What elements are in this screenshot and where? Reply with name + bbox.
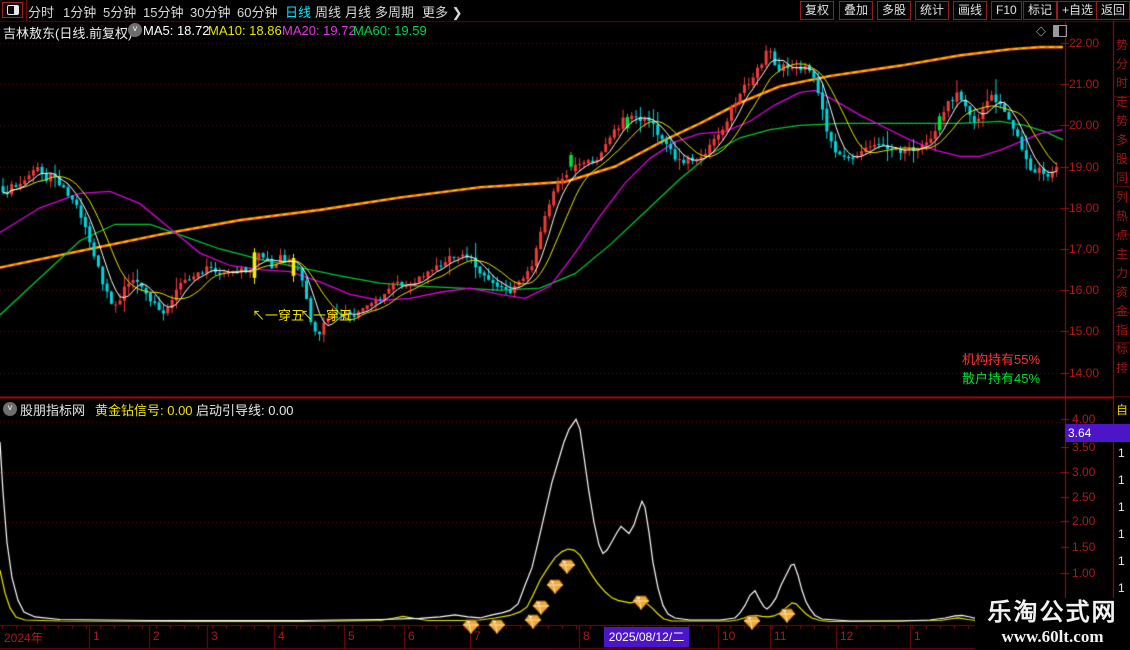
diamond-marker-icon[interactable]: ◇ xyxy=(1036,23,1046,39)
price-label-16.00: 16.00 xyxy=(1069,283,1099,297)
sidebar-tab-char-11[interactable]: 主 xyxy=(1116,245,1128,262)
sidebar-tab-char-7[interactable]: 同 xyxy=(1116,169,1128,186)
ma-value-1: MA10: 18.86 xyxy=(208,23,282,38)
signal-annotation-0: ↖一穿五 xyxy=(252,305,304,324)
sidebar-tab-char-17[interactable]: 排 xyxy=(1116,359,1128,376)
watermark-name: 乐淘公式网 xyxy=(975,598,1130,628)
sidebar-tab-char-16[interactable]: 标 xyxy=(1116,340,1128,357)
watermark: 乐淘公式网 www.60lt.com xyxy=(975,598,1130,650)
period-tab-5分钟[interactable]: 5分钟 xyxy=(103,2,136,21)
time-label-4: 4 xyxy=(278,629,285,643)
price-label-17.00: 17.00 xyxy=(1069,242,1099,256)
sidebar-tab-char-5[interactable]: 多 xyxy=(1116,131,1128,148)
crosshair-value-badge: 3.64 xyxy=(1065,424,1130,442)
indicator-label-3.00: 3.00 xyxy=(1072,465,1095,479)
price-label-21.00: 21.00 xyxy=(1069,77,1099,91)
launch-guide-line-label: 启动引导线: 0.00 xyxy=(196,400,294,416)
main-chart-canvas[interactable] xyxy=(0,0,1130,650)
sidebar-tab-char-13[interactable]: 资 xyxy=(1116,283,1128,300)
time-label-7: 7 xyxy=(474,629,481,643)
toolbar-button-统计[interactable]: 统计 xyxy=(915,1,949,20)
time-label-8: 8 xyxy=(583,629,590,643)
sidebar-tab-char-6[interactable]: 股 xyxy=(1116,150,1128,167)
time-label-9: 10 xyxy=(722,629,735,643)
period-tab-日线[interactable]: 日线 xyxy=(285,2,311,21)
sidebar-tab-char-4[interactable]: 势 xyxy=(1116,112,1128,129)
time-label-2: 2 xyxy=(153,629,160,643)
sidebar-tab-char-15[interactable]: 指 xyxy=(1116,321,1128,338)
institution-holding-label: 机构持有55% xyxy=(962,349,1040,368)
price-label-18.00: 18.00 xyxy=(1069,201,1099,215)
window-icon[interactable] xyxy=(2,2,23,18)
toolbar-button-画线[interactable]: 画线 xyxy=(953,1,987,20)
sidebar-list-marker-1[interactable]: 1 xyxy=(1118,473,1125,487)
time-label-1: 1 xyxy=(93,629,100,643)
sidebar-tab-char-10[interactable]: 点 xyxy=(1116,226,1128,243)
sidebar-tab-char-8[interactable]: 列 xyxy=(1116,188,1128,205)
period-tab-60分钟[interactable]: 60分钟 xyxy=(237,2,277,21)
toolbar-button-多股[interactable]: 多股 xyxy=(877,1,911,20)
sidebar-list-marker-4[interactable]: 1 xyxy=(1118,554,1125,568)
indicator-source-label: 股朋指标网 xyxy=(20,400,85,416)
sidebar-tab-char-3[interactable]: 走 xyxy=(1116,93,1128,110)
sidebar-list-marker-0[interactable]: 1 xyxy=(1118,446,1125,460)
sidebar-list-marker-3[interactable]: 1 xyxy=(1118,527,1125,541)
chart-title-bar: 吉林敖东(日线.前复权) ˅ MA5: 18.72MA10: 18.86MA20… xyxy=(0,21,1130,40)
period-tab-更多 ❯[interactable]: 更多 ❯ xyxy=(422,2,463,21)
ma-value-3: MA60: 19.59 xyxy=(353,23,427,38)
price-label-15.00: 15.00 xyxy=(1069,324,1099,338)
period-tab-分时[interactable]: 分时 xyxy=(28,2,54,21)
sidebar-list-marker-5[interactable]: 1 xyxy=(1118,581,1125,595)
toolbar-divider xyxy=(26,0,27,21)
sidebar-tab-char-1[interactable]: 分 xyxy=(1116,55,1128,72)
period-tab-多周期[interactable]: 多周期 xyxy=(375,2,414,21)
period-tab-1分钟[interactable]: 1分钟 xyxy=(63,2,96,21)
price-label-14.00: 14.00 xyxy=(1069,366,1099,380)
time-label-11: 12 xyxy=(840,629,853,643)
ma-value-2: MA20: 19.72 xyxy=(282,23,356,38)
sidebar-tab-char-12[interactable]: 力 xyxy=(1116,264,1128,281)
time-label-0: 2024年 xyxy=(4,629,43,646)
price-label-19.00: 19.00 xyxy=(1069,160,1099,174)
retail-holding-label: 散户持有45% xyxy=(962,368,1040,387)
ma-value-0: MA5: 18.72 xyxy=(143,23,210,38)
sidebar-list-marker-2[interactable]: 1 xyxy=(1118,500,1125,514)
period-tab-周线[interactable]: 周线 xyxy=(315,2,341,21)
period-tab-月线[interactable]: 月线 xyxy=(345,2,371,21)
signal-annotation-1: ↖一穿五 xyxy=(300,305,352,324)
period-tab-15分钟[interactable]: 15分钟 xyxy=(143,2,183,21)
time-label-3: 3 xyxy=(211,629,218,643)
top-toolbar: 分时 1分钟 5分钟 15分钟 30分钟 60分钟日线周线月线多周期更多 ❯ 复权叠加多股… xyxy=(0,0,1130,21)
watermark-url: www.60lt.com xyxy=(975,628,1130,646)
sidebar-tab-char-9[interactable]: 热 xyxy=(1116,207,1128,224)
period-tab-30分钟[interactable]: 30分钟 xyxy=(190,2,230,21)
toolbar-button-标记[interactable]: 标记 xyxy=(1023,1,1057,20)
trading-app-window: { "toolbar": { "left_items": [ {"label":… xyxy=(0,0,1130,650)
indicator-label-1.50: 1.50 xyxy=(1072,540,1095,554)
time-label-10: 11 xyxy=(774,629,786,643)
symbol-title: 吉林敖东(日线.前复权) xyxy=(3,23,132,42)
collapse-panel-icon[interactable]: ˅ xyxy=(3,402,17,416)
toolbar-button-+自选[interactable]: +自选 xyxy=(1057,1,1098,20)
indicator-label-1.00: 1.00 xyxy=(1072,566,1095,580)
sidebar-highlight-char[interactable]: 自 xyxy=(1116,401,1128,418)
indicator-label-3.50: 3.50 xyxy=(1072,440,1095,454)
toolbar-button-F10[interactable]: F10 xyxy=(991,1,1022,20)
time-label-5: 5 xyxy=(348,629,355,643)
golden-diamond-signal-label: 黄金钻信号: 0.00 xyxy=(95,400,193,416)
crosshair-date-badge: 2025/08/12/二 xyxy=(604,627,689,647)
layout-panel-icon[interactable] xyxy=(1053,25,1067,37)
sidebar-tab-char-2[interactable]: 时 xyxy=(1116,74,1128,91)
sidebar-tab-char-14[interactable]: 金 xyxy=(1116,302,1128,319)
toolbar-button-复权[interactable]: 复权 xyxy=(800,1,834,20)
chevron-down-icon[interactable]: ˅ xyxy=(128,23,142,37)
indicator-label-2.50: 2.50 xyxy=(1072,490,1095,504)
toolbar-button-叠加[interactable]: 叠加 xyxy=(839,1,873,20)
toolbar-button-返回[interactable]: 返回 xyxy=(1096,1,1130,20)
price-label-20.00: 20.00 xyxy=(1069,118,1099,132)
time-label-12: 1 xyxy=(914,629,921,643)
time-label-6: 6 xyxy=(408,629,415,643)
indicator-label-2.00: 2.00 xyxy=(1072,514,1095,528)
